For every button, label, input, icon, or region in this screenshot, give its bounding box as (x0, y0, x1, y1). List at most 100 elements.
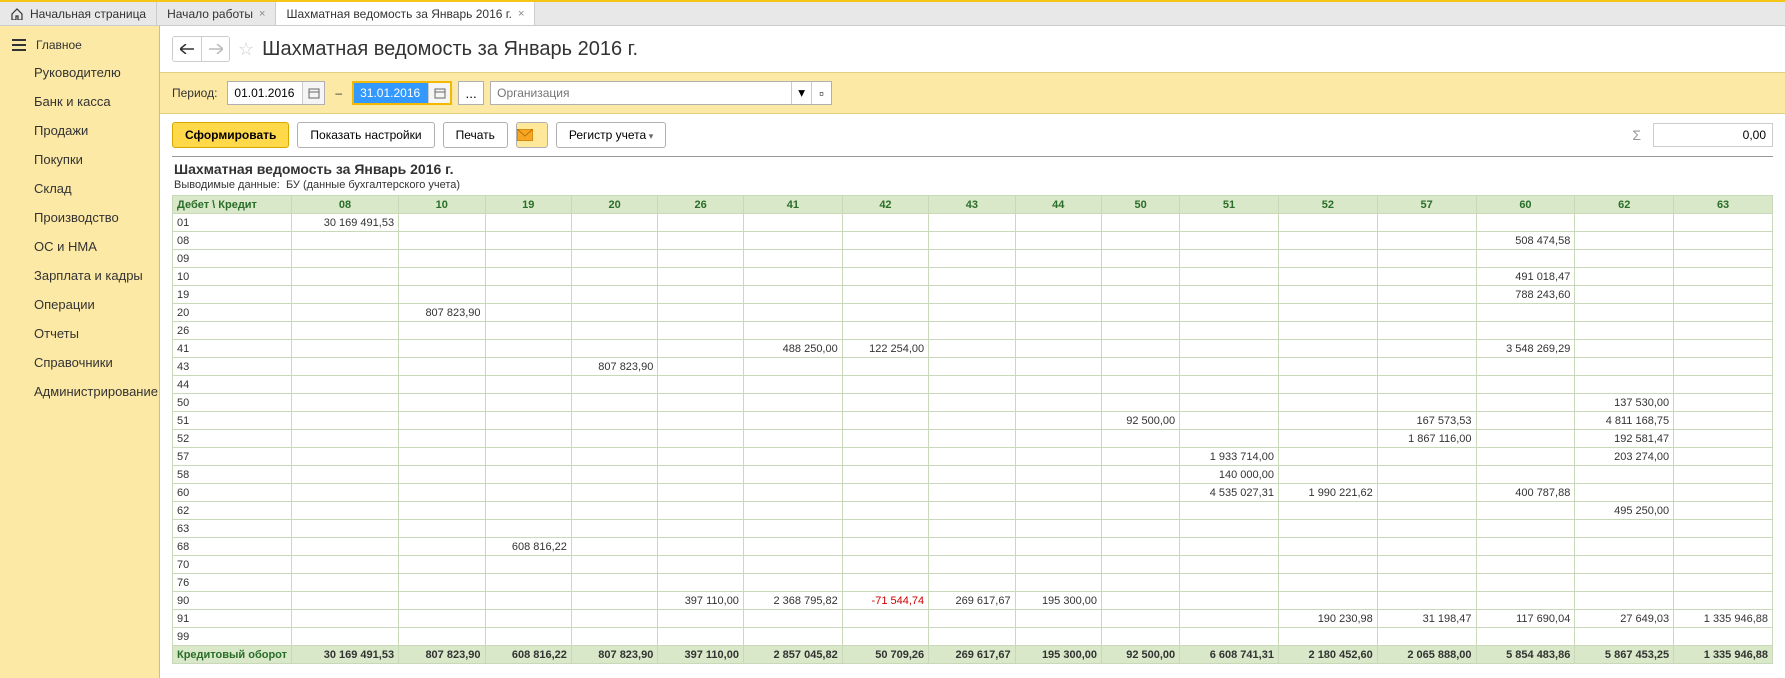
cell[interactable] (399, 322, 485, 340)
cell[interactable]: 1 990 221,62 (1278, 484, 1377, 502)
cell[interactable] (743, 286, 842, 304)
cell[interactable] (743, 430, 842, 448)
cell[interactable] (1674, 340, 1773, 358)
cell[interactable] (399, 340, 485, 358)
cell[interactable] (1102, 214, 1180, 232)
table-row[interactable]: 20807 823,90 (173, 304, 1773, 322)
cell[interactable] (929, 286, 1015, 304)
sidebar-item[interactable]: Зарплата и кадры (0, 261, 159, 290)
cell[interactable] (1575, 376, 1674, 394)
cell[interactable]: -71 544,74 (842, 592, 928, 610)
cell[interactable] (1575, 358, 1674, 376)
cell[interactable] (485, 574, 571, 592)
cell[interactable]: 1 933 714,00 (1180, 448, 1279, 466)
cell[interactable] (1575, 268, 1674, 286)
show-settings-button[interactable]: Показать настройки (297, 122, 434, 148)
column-header[interactable]: 62 (1575, 196, 1674, 214)
cell[interactable] (929, 376, 1015, 394)
cell[interactable] (1015, 304, 1101, 322)
cell[interactable]: 190 230,98 (1278, 610, 1377, 628)
column-header[interactable]: 10 (399, 196, 485, 214)
cell[interactable] (842, 538, 928, 556)
cell[interactable] (842, 250, 928, 268)
cell[interactable] (1180, 430, 1279, 448)
cell[interactable] (571, 592, 657, 610)
cell[interactable] (842, 502, 928, 520)
cell[interactable] (1575, 628, 1674, 646)
cell[interactable] (1377, 574, 1476, 592)
cell[interactable] (485, 448, 571, 466)
column-header[interactable]: 60 (1476, 196, 1575, 214)
register-button[interactable]: Регистр учета (556, 122, 666, 148)
cell[interactable] (1102, 286, 1180, 304)
cell[interactable] (743, 502, 842, 520)
cell[interactable] (658, 412, 744, 430)
cell[interactable] (1015, 430, 1101, 448)
date-to-field[interactable] (352, 81, 452, 105)
cell[interactable] (1015, 574, 1101, 592)
cell[interactable] (929, 394, 1015, 412)
cell[interactable] (743, 448, 842, 466)
cell[interactable] (1575, 538, 1674, 556)
cell[interactable] (1015, 412, 1101, 430)
cell[interactable] (1674, 250, 1773, 268)
cell[interactable] (842, 466, 928, 484)
cell[interactable] (485, 376, 571, 394)
cell[interactable] (399, 502, 485, 520)
cell[interactable] (1377, 484, 1476, 502)
cell[interactable] (842, 358, 928, 376)
cell[interactable] (1476, 574, 1575, 592)
cell[interactable] (1377, 466, 1476, 484)
table-row[interactable]: 76 (173, 574, 1773, 592)
date-from-input[interactable] (228, 82, 302, 104)
cell[interactable] (292, 520, 399, 538)
cell[interactable] (1476, 502, 1575, 520)
cell[interactable] (1102, 376, 1180, 394)
cell[interactable] (1476, 592, 1575, 610)
cell[interactable] (399, 466, 485, 484)
cell[interactable] (399, 538, 485, 556)
cell[interactable] (571, 250, 657, 268)
cell[interactable] (743, 574, 842, 592)
cell[interactable] (743, 322, 842, 340)
cell[interactable] (743, 232, 842, 250)
cell[interactable] (1278, 214, 1377, 232)
cell[interactable] (743, 214, 842, 232)
cell[interactable] (1377, 304, 1476, 322)
sidebar-item[interactable]: Отчеты (0, 319, 159, 348)
cell[interactable] (1476, 322, 1575, 340)
cell[interactable] (743, 484, 842, 502)
cell[interactable] (1102, 502, 1180, 520)
cell[interactable] (399, 232, 485, 250)
cell[interactable] (1575, 574, 1674, 592)
table-row[interactable]: 41488 250,00122 254,003 548 269,29 (173, 340, 1773, 358)
cell[interactable] (1102, 574, 1180, 592)
cell[interactable]: 508 474,58 (1476, 232, 1575, 250)
cell[interactable] (485, 484, 571, 502)
cell[interactable] (1476, 448, 1575, 466)
cell[interactable] (929, 610, 1015, 628)
cell[interactable] (743, 412, 842, 430)
cell[interactable] (1102, 304, 1180, 322)
cell[interactable] (485, 556, 571, 574)
cell[interactable] (1278, 592, 1377, 610)
cell[interactable] (1278, 232, 1377, 250)
cell[interactable] (485, 322, 571, 340)
cell[interactable] (929, 322, 1015, 340)
cell[interactable] (1180, 592, 1279, 610)
cell[interactable] (571, 232, 657, 250)
cell[interactable] (571, 484, 657, 502)
table-row[interactable]: 62495 250,00 (173, 502, 1773, 520)
cell[interactable] (399, 286, 485, 304)
cell[interactable] (1674, 358, 1773, 376)
cell[interactable] (1476, 538, 1575, 556)
cell[interactable] (571, 574, 657, 592)
sidebar-item[interactable]: Покупки (0, 145, 159, 174)
cell[interactable] (485, 232, 571, 250)
cell[interactable] (571, 556, 657, 574)
cell[interactable] (485, 286, 571, 304)
table-row[interactable]: 50137 530,00 (173, 394, 1773, 412)
cell[interactable] (1102, 628, 1180, 646)
cell[interactable] (842, 430, 928, 448)
cell[interactable] (399, 484, 485, 502)
